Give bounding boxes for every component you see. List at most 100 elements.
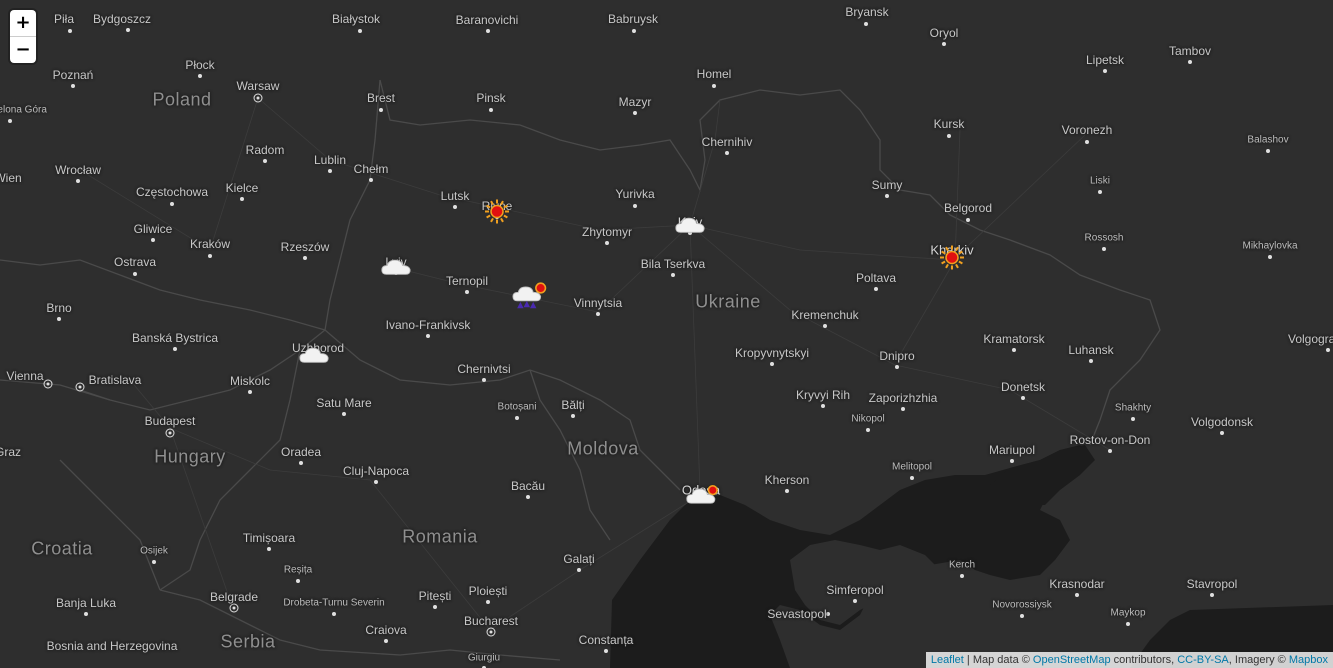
city-label-mariupol: Mariupol [988, 443, 1036, 457]
city-marker [910, 476, 914, 480]
city-marker [885, 194, 889, 198]
city-label-voronezh: Voronezh [1061, 123, 1113, 137]
city-label-brest: Brest [366, 91, 396, 105]
city-marker [152, 560, 156, 564]
license-link[interactable]: CC-BY-SA [1177, 654, 1229, 666]
city-label-chernihiv: Chernihiv [701, 135, 753, 149]
city-marker [369, 178, 373, 182]
city-marker [248, 390, 252, 394]
city-marker [671, 273, 675, 277]
attribution: Leaflet | Map data © OpenStreetMap contr… [925, 652, 1333, 668]
city-marker [296, 579, 300, 583]
cloud-icon[interactable] [379, 253, 413, 282]
city-marker [486, 600, 490, 604]
city-label-pinsk: Pinsk [476, 91, 506, 105]
city-label-bratislava: Bratislava [88, 373, 142, 387]
city-label-liski: Liski [1089, 175, 1111, 187]
city-label-wien: Wien [0, 171, 22, 185]
city-marker [208, 254, 212, 258]
city-label-volgodonsk: Volgodonsk [1190, 415, 1254, 429]
city-marker [1020, 614, 1024, 618]
city-label-vinnytsia: Vinnytsia [573, 296, 623, 310]
city-marker [263, 159, 267, 163]
city-marker [966, 218, 970, 222]
city-marker [633, 204, 637, 208]
sun-icon[interactable] [939, 245, 965, 276]
city-label-krasnodar: Krasnodar [1049, 577, 1105, 591]
city-marker [173, 347, 177, 351]
cloud-sun-icon[interactable] [684, 482, 722, 513]
city-label-wroc-aw: Wrocław [55, 163, 101, 177]
city-marker [8, 119, 12, 123]
city-marker [1085, 140, 1089, 144]
city-label-bydgoszcz: Bydgoszcz [92, 12, 152, 26]
country-label-poland: Poland [152, 89, 212, 110]
city-marker [489, 108, 493, 112]
city-label-warsaw: Warsaw [236, 79, 280, 93]
city-marker [76, 179, 80, 183]
city-marker [942, 42, 946, 46]
city-label-kursk: Kursk [933, 117, 965, 131]
city-marker [126, 28, 130, 32]
city-label-donetsk: Donetsk [1000, 380, 1046, 394]
city-marker [770, 362, 774, 366]
city-label-melitopol: Melitopol [891, 461, 933, 473]
city-marker [864, 22, 868, 26]
capital-marker [75, 382, 85, 392]
city-label-maykop: Maykop [1110, 607, 1146, 619]
city-marker [1010, 459, 1014, 463]
city-label-bucharest: Bucharest [463, 614, 519, 628]
city-marker [57, 317, 61, 321]
city-label-kramatorsk: Kramatorsk [983, 332, 1045, 346]
city-label-banska-bystrica: Banská Bystrica [131, 331, 219, 345]
city-label-radom: Radom [245, 143, 285, 157]
city-label-mazyr: Mazyr [618, 95, 652, 109]
city-marker [71, 84, 75, 88]
city-marker [515, 416, 519, 420]
city-label-ternopil: Ternopil [445, 274, 489, 288]
mapbox-link[interactable]: Mapbox [1289, 654, 1328, 666]
city-label-kropyvnytskyi: Kropyvnytskyi [734, 346, 810, 360]
city-label-simferopol: Simferopol [826, 583, 884, 597]
osm-link[interactable]: OpenStreetMap [1033, 654, 1111, 666]
city-marker [198, 74, 202, 78]
city-marker [1131, 417, 1135, 421]
leaflet-link[interactable]: Leaflet [931, 654, 964, 666]
city-label-babruysk: Babruysk [607, 12, 659, 26]
city-label-yurivka: Yurivka [615, 187, 655, 201]
city-label-sevastopol: Sevastopol [767, 607, 827, 621]
cloud-icon[interactable] [673, 211, 707, 240]
city-label-craiova: Craiova [365, 623, 407, 637]
city-label-novorossiysk: Novorossiysk [992, 599, 1052, 611]
country-label-hungary: Hungary [154, 446, 226, 467]
city-marker [332, 612, 336, 616]
city-marker [1102, 247, 1106, 251]
city-label-stavropol: Stavropol [1186, 577, 1238, 591]
city-marker [68, 29, 72, 33]
city-marker [526, 495, 530, 499]
city-marker [342, 412, 346, 416]
city-marker [433, 605, 437, 609]
city-marker [571, 414, 575, 418]
zoom-in-button[interactable]: + [10, 10, 36, 37]
city-label-lipetsk: Lipetsk [1085, 53, 1125, 67]
zoom-out-button[interactable]: − [10, 37, 36, 63]
city-marker [1075, 593, 1079, 597]
city-label-kielce: Kielce [225, 181, 259, 195]
city-label-oryol: Oryol [929, 26, 959, 40]
city-label-bryansk: Bryansk [845, 5, 889, 19]
city-marker [1188, 60, 1192, 64]
map[interactable]: Poland Ukraine Hungary Moldova Romania Croati… [0, 0, 1333, 668]
city-label-kerch: Kerch [948, 559, 976, 571]
city-label-belgrade: Belgrade [209, 590, 259, 604]
sun-icon[interactable] [484, 199, 510, 230]
city-label-pitesti: Pitești [418, 589, 452, 603]
storm-sun-icon[interactable] [510, 280, 550, 317]
city-marker [1210, 593, 1214, 597]
city-marker [1089, 359, 1093, 363]
city-label-satu-mare: Satu Mare [316, 396, 372, 410]
country-label-ukraine: Ukraine [695, 291, 761, 312]
cloud-icon[interactable] [297, 341, 331, 370]
city-label-budapest: Budapest [144, 414, 196, 428]
capital-marker [486, 627, 496, 637]
